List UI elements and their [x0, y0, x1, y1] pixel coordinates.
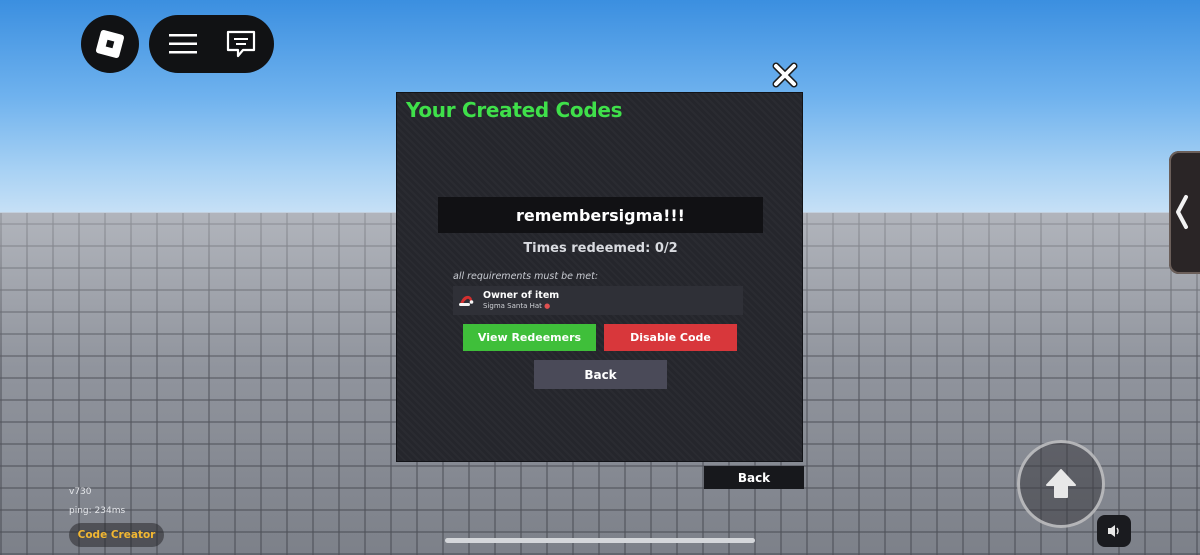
chat-icon: [226, 30, 256, 58]
code-display: remembersigma!!!: [438, 197, 763, 233]
santa-hat-icon: [459, 295, 474, 306]
requirements-note: all requirements must be met:: [453, 271, 599, 282]
close-icon: [772, 62, 798, 88]
version-label: v730: [69, 487, 92, 497]
requirement-title: Owner of item: [483, 290, 560, 301]
roblox-logo-icon: [95, 29, 125, 59]
view-redeemers-button[interactable]: View Redeemers: [463, 324, 596, 351]
small-santa-hat-icon: ●: [544, 302, 551, 310]
hamburger-icon: [169, 34, 197, 54]
chat-button[interactable]: [221, 28, 261, 60]
roblox-menu-button[interactable]: [81, 15, 139, 73]
chevron-left-icon: [1176, 195, 1188, 229]
created-codes-panel: Your Created Codes remembersigma!!! Time…: [396, 92, 803, 462]
menu-button[interactable]: [163, 29, 203, 59]
jump-button[interactable]: [1017, 440, 1105, 528]
home-indicator[interactable]: [445, 538, 755, 543]
requirement-item-name: Sigma Santa Hat ●: [483, 302, 551, 310]
disable-code-button[interactable]: Disable Code: [604, 324, 737, 351]
volume-button[interactable]: [1097, 515, 1131, 547]
panel-title: Your Created Codes: [406, 98, 623, 122]
code-creator-button[interactable]: Code Creator: [69, 523, 164, 547]
back-button[interactable]: Back: [704, 466, 804, 489]
jump-arrow-icon: [1046, 469, 1076, 498]
speaker-icon: [1108, 525, 1119, 537]
panel-back-button[interactable]: Back: [534, 360, 667, 389]
close-button[interactable]: [772, 62, 798, 88]
ping-label: ping: 234ms: [69, 506, 126, 516]
requirement-card: Owner of item Sigma Santa Hat ●: [453, 286, 743, 315]
side-panel-tab[interactable]: [1169, 151, 1200, 274]
top-bar-pill: [149, 15, 274, 73]
times-redeemed-label: Times redeemed: 0/2: [523, 241, 678, 256]
